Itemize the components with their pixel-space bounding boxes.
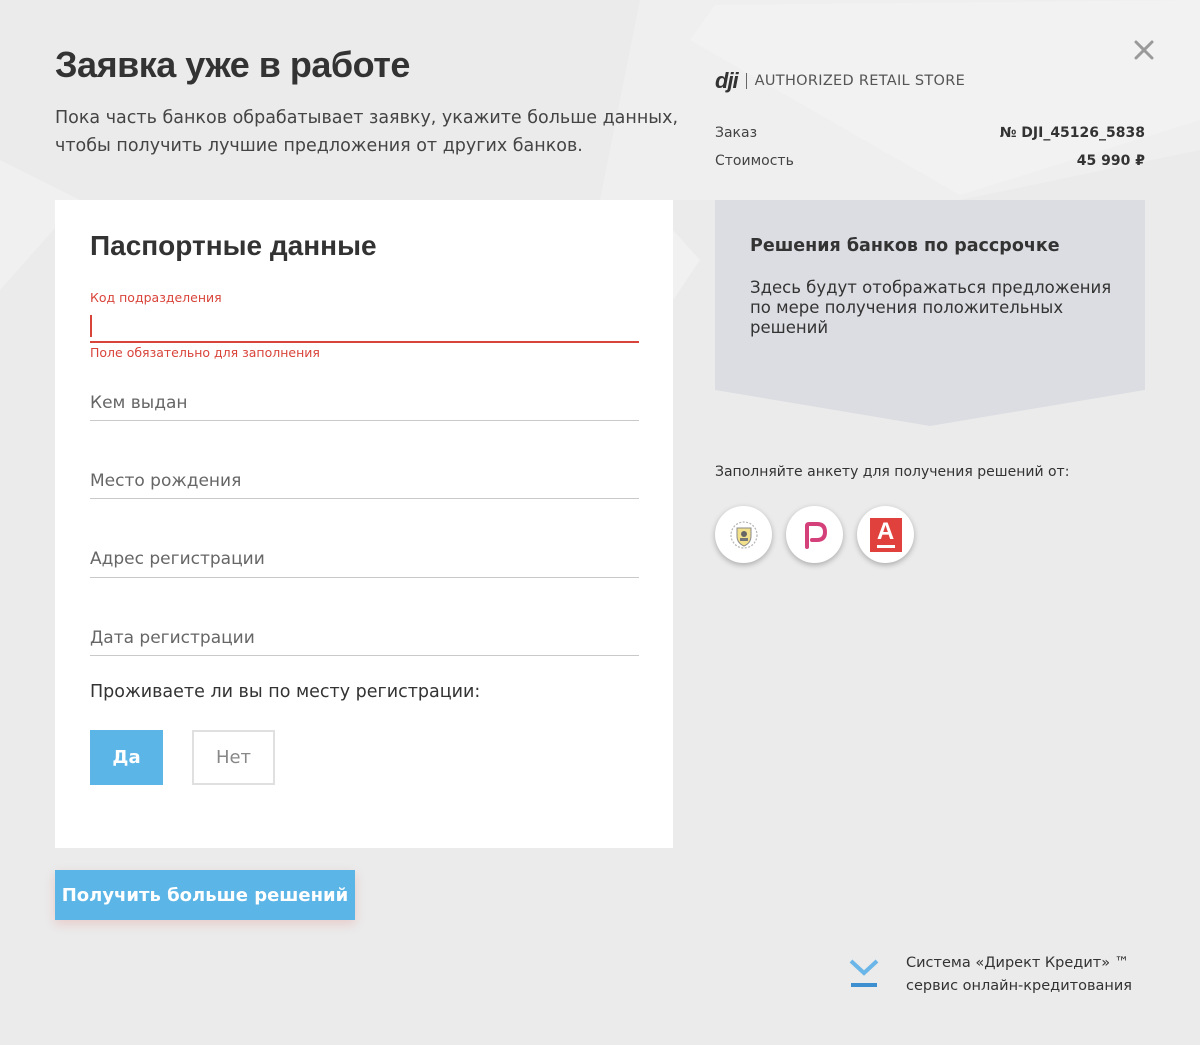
price-label: Стоимость [715,153,794,169]
registration-date-field[interactable]: Дата регистрации [90,625,639,657]
get-more-decisions-button[interactable]: Получить больше решений [55,870,355,920]
page-title: Заявка уже в работе [55,44,410,85]
issued-by-input[interactable] [90,390,639,421]
close-icon[interactable] [1130,36,1158,64]
order-price-row: Стоимость 45 990 ₽ [715,153,1145,173]
passport-form-card: Паспортные данные Код подразделения Поле… [55,200,673,848]
direct-credit-logo-icon [849,959,879,987]
page-subtitle: Пока часть банков обрабатывает заявку, у… [55,108,679,156]
decisions-text: Здесь будут отображаться предложения по … [750,278,1112,337]
footer-line-1: Система «Директ Кредит» ™ [906,955,1130,971]
banks-note: Заполняйте анкету для получения решений … [715,464,1070,480]
order-number-row: Заказ № DJI_45126_5838 [715,125,1145,145]
footer-line-2: сервис онлайн-кредитования [906,978,1132,994]
registration-address-input[interactable] [90,546,639,578]
price-value: 45 990 ₽ [1076,153,1145,169]
residence-question: Проживаете ли вы по месту регистрации: [90,682,481,702]
logo-divider [745,73,747,89]
subdivision-code-field[interactable]: Код подразделения Поле обязательно для з… [90,290,639,360]
birth-place-field[interactable]: Место рождения [90,468,639,500]
birth-place-input[interactable] [90,468,639,499]
yes-option-button[interactable]: Да [90,730,163,785]
registration-date-input[interactable] [90,625,639,656]
issued-by-field[interactable]: Кем выдан [90,390,639,422]
subdivision-code-label: Код подразделения [90,290,222,305]
no-option-button[interactable]: Нет [192,730,275,785]
store-label: AUTHORIZED RETAIL STORE [754,73,966,89]
bank-decisions-panel: Решения банков по рассрочке Здесь будут … [715,200,1145,426]
dji-logo: dji [715,68,739,93]
alfa-letter: А [876,517,895,545]
alfa-bank-icon: А [857,506,914,563]
alfa-underline [876,544,895,548]
tinkoff-bank-icon [715,506,772,563]
renaissance-bank-icon [786,506,843,563]
decisions-title: Решения банков по рассрочке [750,236,1060,256]
order-value: № DJI_45126_5838 [999,125,1145,141]
subdivision-code-input[interactable] [90,310,639,343]
store-logo: dji AUTHORIZED RETAIL STORE [715,68,966,93]
form-title: Паспортные данные [90,230,377,261]
registration-address-field[interactable]: Адрес регистрации [90,546,639,578]
subdivision-code-error: Поле обязательно для заполнения [90,345,320,360]
order-label: Заказ [715,125,758,141]
alfa-bank-logo: А [869,517,902,552]
footer-text: Система «Директ Кредит» ™ сервис онлайн-… [906,952,1132,998]
